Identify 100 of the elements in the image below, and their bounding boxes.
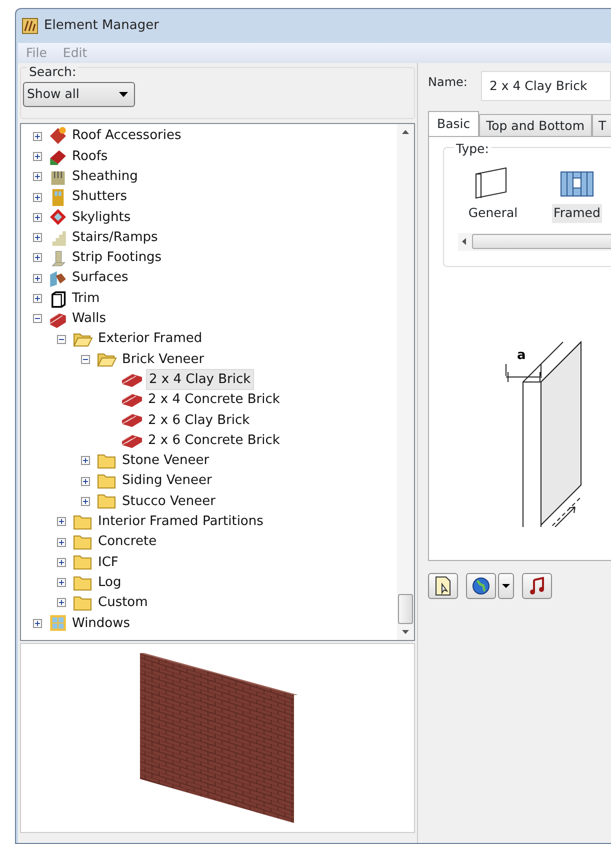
plus-icon xyxy=(58,518,65,526)
expander-button[interactable] xyxy=(57,578,66,588)
window-icon xyxy=(49,614,67,632)
globe-button[interactable] xyxy=(466,573,496,599)
tree-item[interactable]: Roof Accessories xyxy=(70,126,184,146)
document-button[interactable] xyxy=(428,573,458,599)
expander-button[interactable] xyxy=(33,152,42,161)
name-field[interactable]: 2 x 4 Clay Brick xyxy=(481,71,611,101)
tree-item[interactable]: Skylights xyxy=(70,208,133,228)
dropdown-button[interactable] xyxy=(498,573,514,599)
footing-icon xyxy=(49,248,67,267)
expander-button[interactable] xyxy=(33,192,42,202)
expander-button[interactable] xyxy=(33,618,42,628)
tab[interactable]: T xyxy=(592,114,611,136)
scroll-up-icon[interactable] xyxy=(402,130,409,134)
folder-icon xyxy=(97,493,117,510)
plus-icon xyxy=(58,538,65,546)
expander-button[interactable] xyxy=(57,538,66,547)
expander-button[interactable] xyxy=(57,558,66,567)
surface-icon xyxy=(49,269,67,288)
brick-wall-icon xyxy=(121,392,143,408)
tree-item[interactable]: Windows xyxy=(70,614,132,634)
folder-icon xyxy=(73,534,93,550)
plus-icon xyxy=(34,254,41,262)
tree-item[interactable]: Siding Veneer xyxy=(120,471,214,491)
folder-icon xyxy=(97,473,117,490)
tree-item[interactable]: Stairs/Ramps xyxy=(70,228,160,248)
expander-button[interactable] xyxy=(57,598,66,608)
globe-icon xyxy=(472,577,490,595)
expander-button[interactable] xyxy=(33,274,42,283)
tree-item[interactable]: 2 x 6 Clay Brick xyxy=(146,410,252,430)
scroll-left-icon[interactable] xyxy=(462,238,466,246)
tree-item[interactable]: Concrete xyxy=(96,532,159,552)
expander-button[interactable] xyxy=(33,212,42,222)
search-dropdown[interactable]: Show all xyxy=(23,82,135,107)
plus-icon xyxy=(34,274,41,282)
scrollbar-thumb[interactable] xyxy=(398,594,413,624)
expander-button[interactable] xyxy=(81,496,90,506)
expander-button[interactable] xyxy=(81,456,90,466)
plus-icon xyxy=(82,478,89,485)
tree-item[interactable]: Exterior Framed xyxy=(96,329,204,349)
tree-item[interactable]: Sheathing xyxy=(70,166,140,186)
open-folder-icon xyxy=(97,351,117,368)
tab[interactable]: Basic xyxy=(428,111,480,137)
plus-icon xyxy=(34,194,41,201)
expander-button[interactable] xyxy=(33,132,42,141)
open-folder-icon xyxy=(73,331,93,348)
vertical-scrollbar[interactable] xyxy=(397,124,414,640)
folder-icon xyxy=(97,452,117,469)
tree-item[interactable]: Trim xyxy=(70,288,102,308)
caret-icon xyxy=(119,92,128,97)
scroll-down-icon[interactable] xyxy=(402,630,409,634)
plus-icon xyxy=(58,579,65,586)
plus-icon xyxy=(34,234,41,242)
tree-item[interactable]: Log xyxy=(96,572,124,592)
expander-button[interactable] xyxy=(57,334,66,344)
tree-item[interactable]: Surfaces xyxy=(70,268,130,288)
folder-icon xyxy=(73,594,93,611)
tree-item[interactable]: Interior Framed Partitions xyxy=(96,512,266,532)
tree-item[interactable]: Walls xyxy=(70,309,108,329)
trim-icon xyxy=(49,290,67,308)
tree-item[interactable]: Shutters xyxy=(70,187,130,207)
tab[interactable]: Top and Bottom xyxy=(479,114,592,136)
plus-icon xyxy=(82,457,89,464)
plus-icon xyxy=(82,498,89,505)
music-note-icon xyxy=(529,577,545,595)
expander-button[interactable] xyxy=(33,172,42,182)
expander-button[interactable] xyxy=(81,354,90,364)
plus-icon xyxy=(34,152,41,160)
dimension-label: a xyxy=(517,348,526,363)
plus-icon xyxy=(34,295,41,302)
tree-item[interactable]: 2 x 4 Clay Brick xyxy=(146,368,254,390)
expander-button[interactable] xyxy=(81,476,90,486)
tree-item[interactable]: ICF xyxy=(96,552,120,572)
tree-item[interactable]: Stucco Veneer xyxy=(120,492,218,512)
tree-item[interactable]: Strip Footings xyxy=(70,248,164,268)
folder-icon xyxy=(73,554,93,570)
tree-item[interactable]: Brick Veneer xyxy=(120,350,206,370)
expander-button[interactable] xyxy=(33,294,42,304)
folder-icon xyxy=(73,514,93,530)
tree-item[interactable]: 2 x 4 Concrete Brick xyxy=(146,390,282,410)
type-option[interactable]: Framed xyxy=(552,204,602,223)
tree-item[interactable]: Stone Veneer xyxy=(120,451,212,471)
document-icon xyxy=(435,576,451,596)
tree-item[interactable]: Custom xyxy=(96,593,150,613)
expander-button[interactable] xyxy=(33,233,42,242)
tree-item[interactable]: 2 x 6 Concrete Brick xyxy=(146,430,282,450)
type-option[interactable]: General xyxy=(466,204,520,223)
brick-wall-icon xyxy=(121,412,143,428)
plus-icon xyxy=(58,599,65,606)
tree-item[interactable]: Roofs xyxy=(70,146,110,166)
app-icon xyxy=(22,18,38,34)
window-title: Element Manager xyxy=(44,17,159,36)
plus-icon xyxy=(34,620,41,627)
expander-button[interactable] xyxy=(57,517,66,526)
plus-icon xyxy=(34,173,41,180)
expander-button[interactable] xyxy=(33,253,42,262)
expander-button[interactable] xyxy=(33,314,42,324)
music-note-button[interactable] xyxy=(522,573,552,599)
brick-wall-icon xyxy=(121,432,143,449)
